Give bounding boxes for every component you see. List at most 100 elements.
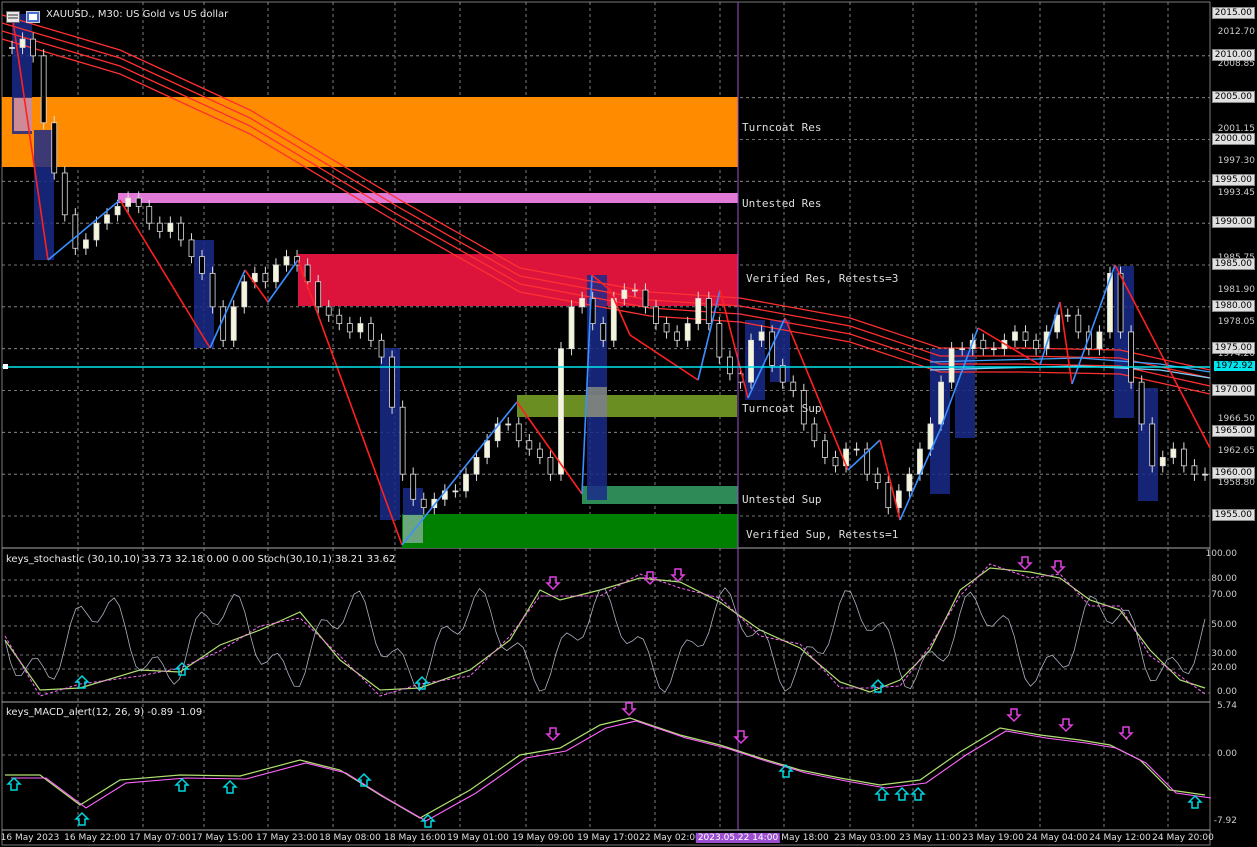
zigzag-segment	[267, 259, 299, 303]
price-tick-label: 1955.00	[1211, 509, 1255, 521]
candle-body	[663, 323, 670, 333]
candle-body	[1117, 272, 1124, 333]
candle-body	[579, 298, 586, 308]
time-tick-label: 19 May 17:00	[577, 833, 639, 843]
candle-body	[610, 298, 617, 341]
stoch-title: keys_stochastic (30,10,10) 33.73 32.18 0…	[6, 554, 396, 565]
window-icon[interactable]	[26, 8, 40, 27]
arrow-down-icon	[545, 727, 561, 742]
arrow-down-icon	[1118, 726, 1134, 741]
candle-body	[642, 289, 649, 308]
macd-tick-label: 0.00	[1216, 749, 1237, 759]
candle-body	[505, 423, 512, 426]
chart-canvas[interactable]	[0, 0, 1257, 847]
zone-1	[118, 193, 738, 203]
time-tick-label: 24 May 12:00	[1089, 833, 1151, 843]
zone-label-turncoat-sup: Turncoat Sup	[742, 402, 822, 415]
zigzag-segment	[847, 439, 881, 471]
candle-body	[1012, 331, 1018, 341]
candle-body	[748, 339, 754, 383]
stoch-tick-label: 30.00	[1211, 649, 1237, 659]
price-tick-label: 2005.00	[1211, 90, 1255, 103]
candle-body	[336, 314, 343, 324]
candle-body	[600, 323, 607, 341]
arrow-up-icon	[1187, 794, 1203, 809]
candle-body	[1075, 314, 1082, 333]
arrow-down-icon	[1017, 556, 1033, 571]
price-tick-label: 2010.00	[1211, 48, 1255, 61]
candle-body	[135, 197, 142, 207]
candle-body	[114, 206, 121, 216]
arrow-down-icon	[621, 702, 637, 717]
candle-body	[51, 122, 58, 174]
candle-body	[1202, 473, 1208, 476]
candle-body	[283, 256, 290, 266]
candle-body	[874, 473, 881, 483]
zone-label-untested-sup: Untested Sup	[742, 493, 822, 506]
price-tick-label: 1978.05	[1217, 317, 1255, 328]
candle-body	[1138, 381, 1145, 425]
arrow-down-icon	[733, 730, 749, 745]
time-tick-label: 18 May 08:00	[319, 833, 381, 843]
candle-body	[980, 339, 987, 350]
price-tick-label: 1993.45	[1217, 188, 1255, 199]
candle-body	[178, 222, 184, 241]
candle-body	[990, 348, 997, 351]
candle-body	[1022, 331, 1029, 341]
candle-body	[146, 206, 153, 224]
candle-body	[568, 306, 575, 350]
zone-label-untested-res: Untested Res	[742, 197, 822, 210]
macd-tick-label: -7.92	[1213, 816, 1237, 826]
candle-body	[1159, 457, 1166, 467]
candle-body	[832, 457, 839, 467]
time-tick-label: 19 May 01:00	[447, 833, 509, 843]
candle-body	[410, 473, 417, 500]
candle-body	[1191, 465, 1198, 475]
chart-menu-icon[interactable]	[6, 8, 20, 27]
zone-2	[298, 254, 738, 306]
candle-body	[9, 47, 15, 49]
time-tick-label: May 18:00	[781, 833, 829, 843]
arrow-down-icon	[670, 568, 686, 583]
stoch-tick-label: 100.00	[1205, 549, 1238, 559]
candle-body	[241, 281, 248, 308]
candle-body	[716, 323, 723, 358]
time-tick-label: 17 May 23:00	[256, 833, 318, 843]
arrow-up-icon	[6, 776, 22, 791]
candle-body	[484, 440, 490, 458]
range-box	[14, 98, 32, 131]
time-tick-label: 22 May 02:00	[639, 833, 701, 843]
zone-label-verified-sup: Verified Sup, Retests=1	[746, 528, 899, 541]
candle-body	[674, 331, 681, 341]
time-tick-label: 16 May 2023	[0, 833, 60, 843]
candle-body	[853, 448, 860, 451]
candle-body	[927, 423, 934, 450]
range-box	[34, 130, 54, 260]
stoch-fast-line	[4, 587, 1206, 693]
candle-body	[83, 239, 89, 249]
candle-body	[463, 473, 469, 492]
candle-body	[1149, 423, 1156, 467]
candle-body	[653, 306, 659, 324]
time-tick-label: 18 May 16:00	[384, 833, 446, 843]
range-box	[587, 387, 607, 417]
candle-body	[167, 222, 174, 232]
candle-body	[1170, 448, 1177, 458]
candle-body	[93, 222, 100, 241]
candle-body	[526, 440, 533, 450]
time-tick-label: 19 May 09:00	[512, 833, 574, 843]
candle-body	[1064, 314, 1071, 317]
current-price-label: 1972.92	[1213, 361, 1255, 371]
stoch-tick-label: 50.00	[1211, 620, 1237, 630]
time-tick-label: 16 May 22:00	[64, 833, 126, 843]
price-tick-label: 1958.80	[1217, 478, 1255, 489]
zigzag-segment	[47, 199, 121, 261]
candle-body	[104, 214, 110, 224]
candle-body	[727, 356, 733, 375]
crosshair-time-label: 2023.05.22 14:00	[695, 833, 781, 843]
time-tick-label: 24 May 20:00	[1152, 833, 1214, 843]
price-tick-label: 1997.30	[1217, 156, 1255, 167]
candle-body	[906, 473, 913, 492]
arrow-up-icon	[174, 777, 190, 792]
zone-5	[402, 514, 738, 548]
